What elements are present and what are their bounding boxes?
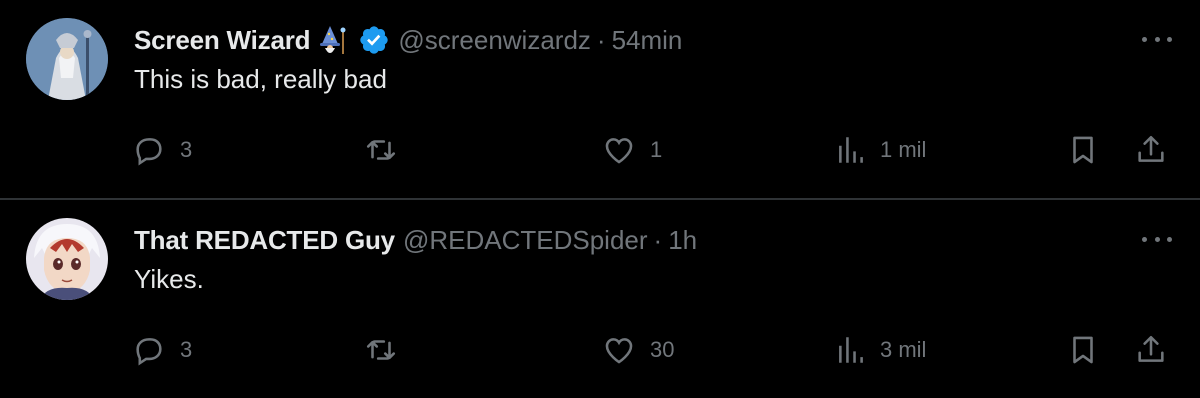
share-button[interactable] xyxy=(1134,330,1168,370)
repost-button[interactable] xyxy=(364,130,412,170)
display-name[interactable]: Screen Wizard xyxy=(134,25,311,56)
post-time[interactable]: 54min xyxy=(612,25,683,56)
post[interactable]: That REDACTED Guy @REDACTEDSpider · 1h Y… xyxy=(0,200,1200,398)
views-button[interactable]: 3 mil xyxy=(832,330,926,370)
bookmark-icon xyxy=(1073,336,1093,364)
bookmark-icon xyxy=(1073,136,1093,164)
heart-icon xyxy=(605,338,633,364)
reply-count: 3 xyxy=(180,337,193,362)
bookmark-button[interactable] xyxy=(1066,130,1100,170)
repost-icon xyxy=(366,140,396,160)
share-icon xyxy=(1138,335,1164,362)
post-text: This is bad, really bad xyxy=(134,64,387,94)
avatar[interactable] xyxy=(26,218,108,300)
post[interactable]: Screen Wizard @screenwizardz · 54min Thi… xyxy=(0,0,1200,198)
bookmark-button[interactable] xyxy=(1066,330,1100,370)
reply-button[interactable]: 3 xyxy=(132,130,192,170)
share-icon xyxy=(1138,135,1164,162)
user-handle[interactable]: @screenwizardz xyxy=(398,25,591,56)
like-button[interactable]: 30 xyxy=(602,330,674,370)
like-button[interactable]: 1 xyxy=(602,130,662,170)
display-name[interactable]: That REDACTED Guy xyxy=(134,225,395,256)
repost-button[interactable] xyxy=(364,330,412,370)
action-bar: 3 30 3 mil xyxy=(132,330,1172,370)
verified-badge-icon xyxy=(358,24,390,56)
more-options-icon[interactable] xyxy=(1142,224,1172,254)
wizard-avatar-icon xyxy=(26,18,108,100)
reply-icon xyxy=(136,338,162,366)
post-header: That REDACTED Guy @REDACTEDSpider · 1h xyxy=(134,222,697,258)
post-text: Yikes. xyxy=(134,264,204,294)
share-button[interactable] xyxy=(1134,130,1168,170)
action-bar: 3 1 1 mil xyxy=(132,130,1172,170)
reply-icon xyxy=(136,138,162,166)
repost-icon xyxy=(366,340,396,360)
separator: · xyxy=(596,24,606,55)
reply-button[interactable]: 3 xyxy=(132,330,192,370)
reply-count: 3 xyxy=(180,137,193,162)
like-count: 30 xyxy=(650,337,675,362)
views-count: 1 mil xyxy=(880,137,927,162)
views-chart-icon xyxy=(839,137,863,163)
separator: · xyxy=(653,224,663,255)
like-count: 1 xyxy=(650,137,663,162)
anime-avatar-icon xyxy=(26,218,108,300)
wizard-emoji-icon xyxy=(318,24,350,56)
post-time[interactable]: 1h xyxy=(668,225,697,256)
avatar[interactable] xyxy=(26,18,108,100)
user-handle[interactable]: @REDACTEDSpider xyxy=(403,225,648,256)
post-header: Screen Wizard @screenwizardz · 54min xyxy=(134,22,682,58)
more-options-icon[interactable] xyxy=(1142,24,1172,54)
views-count: 3 mil xyxy=(880,337,927,362)
views-button[interactable]: 1 mil xyxy=(832,130,926,170)
views-chart-icon xyxy=(839,337,863,363)
heart-icon xyxy=(605,138,633,164)
